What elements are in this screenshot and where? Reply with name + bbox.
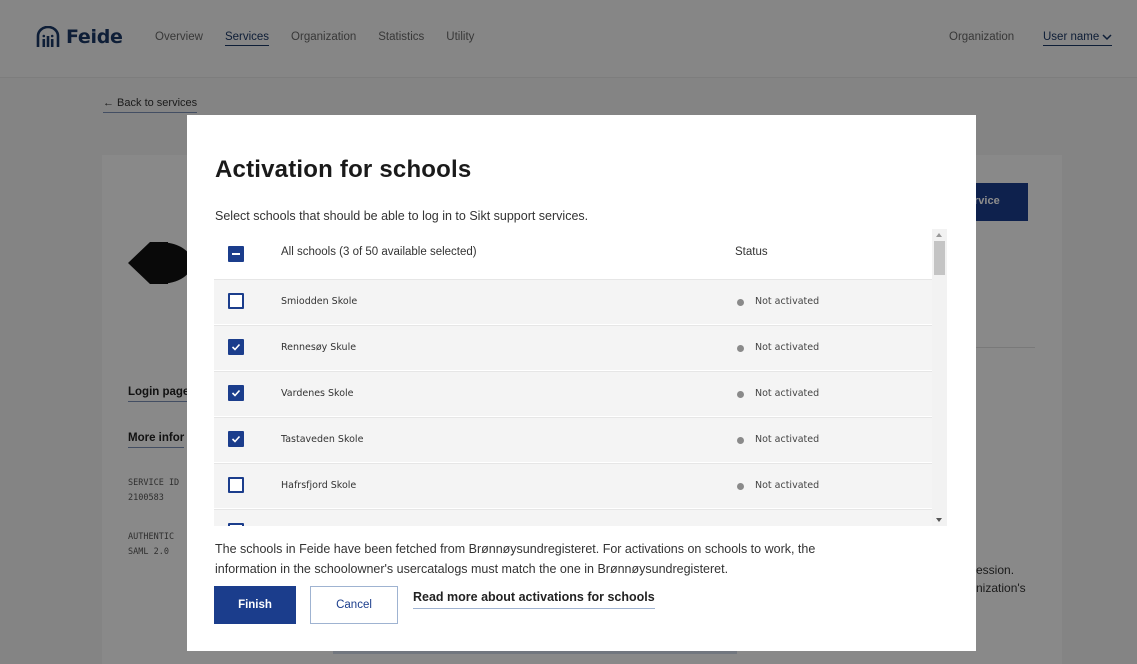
school-list-header: All schools (3 of 50 available selected)… <box>214 229 934 279</box>
status-column-header: Status <box>735 246 768 258</box>
school-row[interactable]: Hafrsfjord Skole Not activated <box>214 463 934 508</box>
school-name: Tastaveden Skole <box>281 434 364 445</box>
school-checkbox[interactable] <box>228 431 244 447</box>
school-row[interactable]: Smiodden Skole Not activated <box>214 279 934 324</box>
scroll-up-icon[interactable] <box>936 233 942 237</box>
school-checkbox[interactable] <box>228 523 244 526</box>
scroll-down-icon[interactable] <box>936 518 942 522</box>
modal-subtitle: Select schools that should be able to lo… <box>215 209 589 223</box>
info-note: The schools in Feide have been fetched f… <box>215 539 915 579</box>
school-name: Hafrsfjord Skole <box>281 480 357 491</box>
list-scrollbar[interactable] <box>932 229 947 526</box>
checkmark-icon <box>231 343 241 351</box>
info-note-line-1: The schools in Feide have been fetched f… <box>215 542 816 556</box>
school-status: Not activated <box>755 296 820 307</box>
school-status: Not activated <box>755 480 820 491</box>
status-dot-icon <box>737 437 744 444</box>
status-dot-icon <box>737 483 744 490</box>
school-name: Vardenes Skole <box>281 388 354 399</box>
activation-modal: Activation for schools Select schools th… <box>187 115 976 651</box>
select-all-label: All schools (3 of 50 available selected) <box>281 246 477 258</box>
school-status: Not activated <box>755 342 820 353</box>
status-dot-icon <box>737 345 744 352</box>
school-checkbox[interactable] <box>228 339 244 355</box>
school-row-partial[interactable] <box>214 509 934 526</box>
status-dot-icon <box>737 299 744 306</box>
school-name: Rennesøy Skule <box>281 342 357 353</box>
school-row[interactable]: Tastaveden Skole Not activated <box>214 417 934 462</box>
select-all-checkbox[interactable] <box>228 246 244 262</box>
school-row[interactable]: Rennesøy Skule Not activated <box>214 325 934 370</box>
status-dot-icon <box>737 391 744 398</box>
school-name: Smiodden Skole <box>281 296 358 307</box>
finish-button[interactable]: Finish <box>214 586 296 624</box>
read-more-link[interactable]: Read more about activations for schools <box>413 590 655 609</box>
school-status: Not activated <box>755 434 820 445</box>
school-checkbox[interactable] <box>228 477 244 493</box>
school-row[interactable]: Vardenes Skole Not activated <box>214 371 934 416</box>
school-checkbox[interactable] <box>228 293 244 309</box>
info-note-line-2: information in the schoolowner's usercat… <box>215 562 729 576</box>
checkmark-icon <box>231 389 241 397</box>
school-checkbox[interactable] <box>228 385 244 401</box>
checkmark-icon <box>231 435 241 443</box>
cancel-button[interactable]: Cancel <box>310 586 398 624</box>
modal-title: Activation for schools <box>215 156 472 183</box>
indeterminate-icon <box>232 253 240 255</box>
school-status: Not activated <box>755 388 820 399</box>
scroll-thumb[interactable] <box>934 241 945 275</box>
school-list[interactable]: All schools (3 of 50 available selected)… <box>214 229 947 526</box>
